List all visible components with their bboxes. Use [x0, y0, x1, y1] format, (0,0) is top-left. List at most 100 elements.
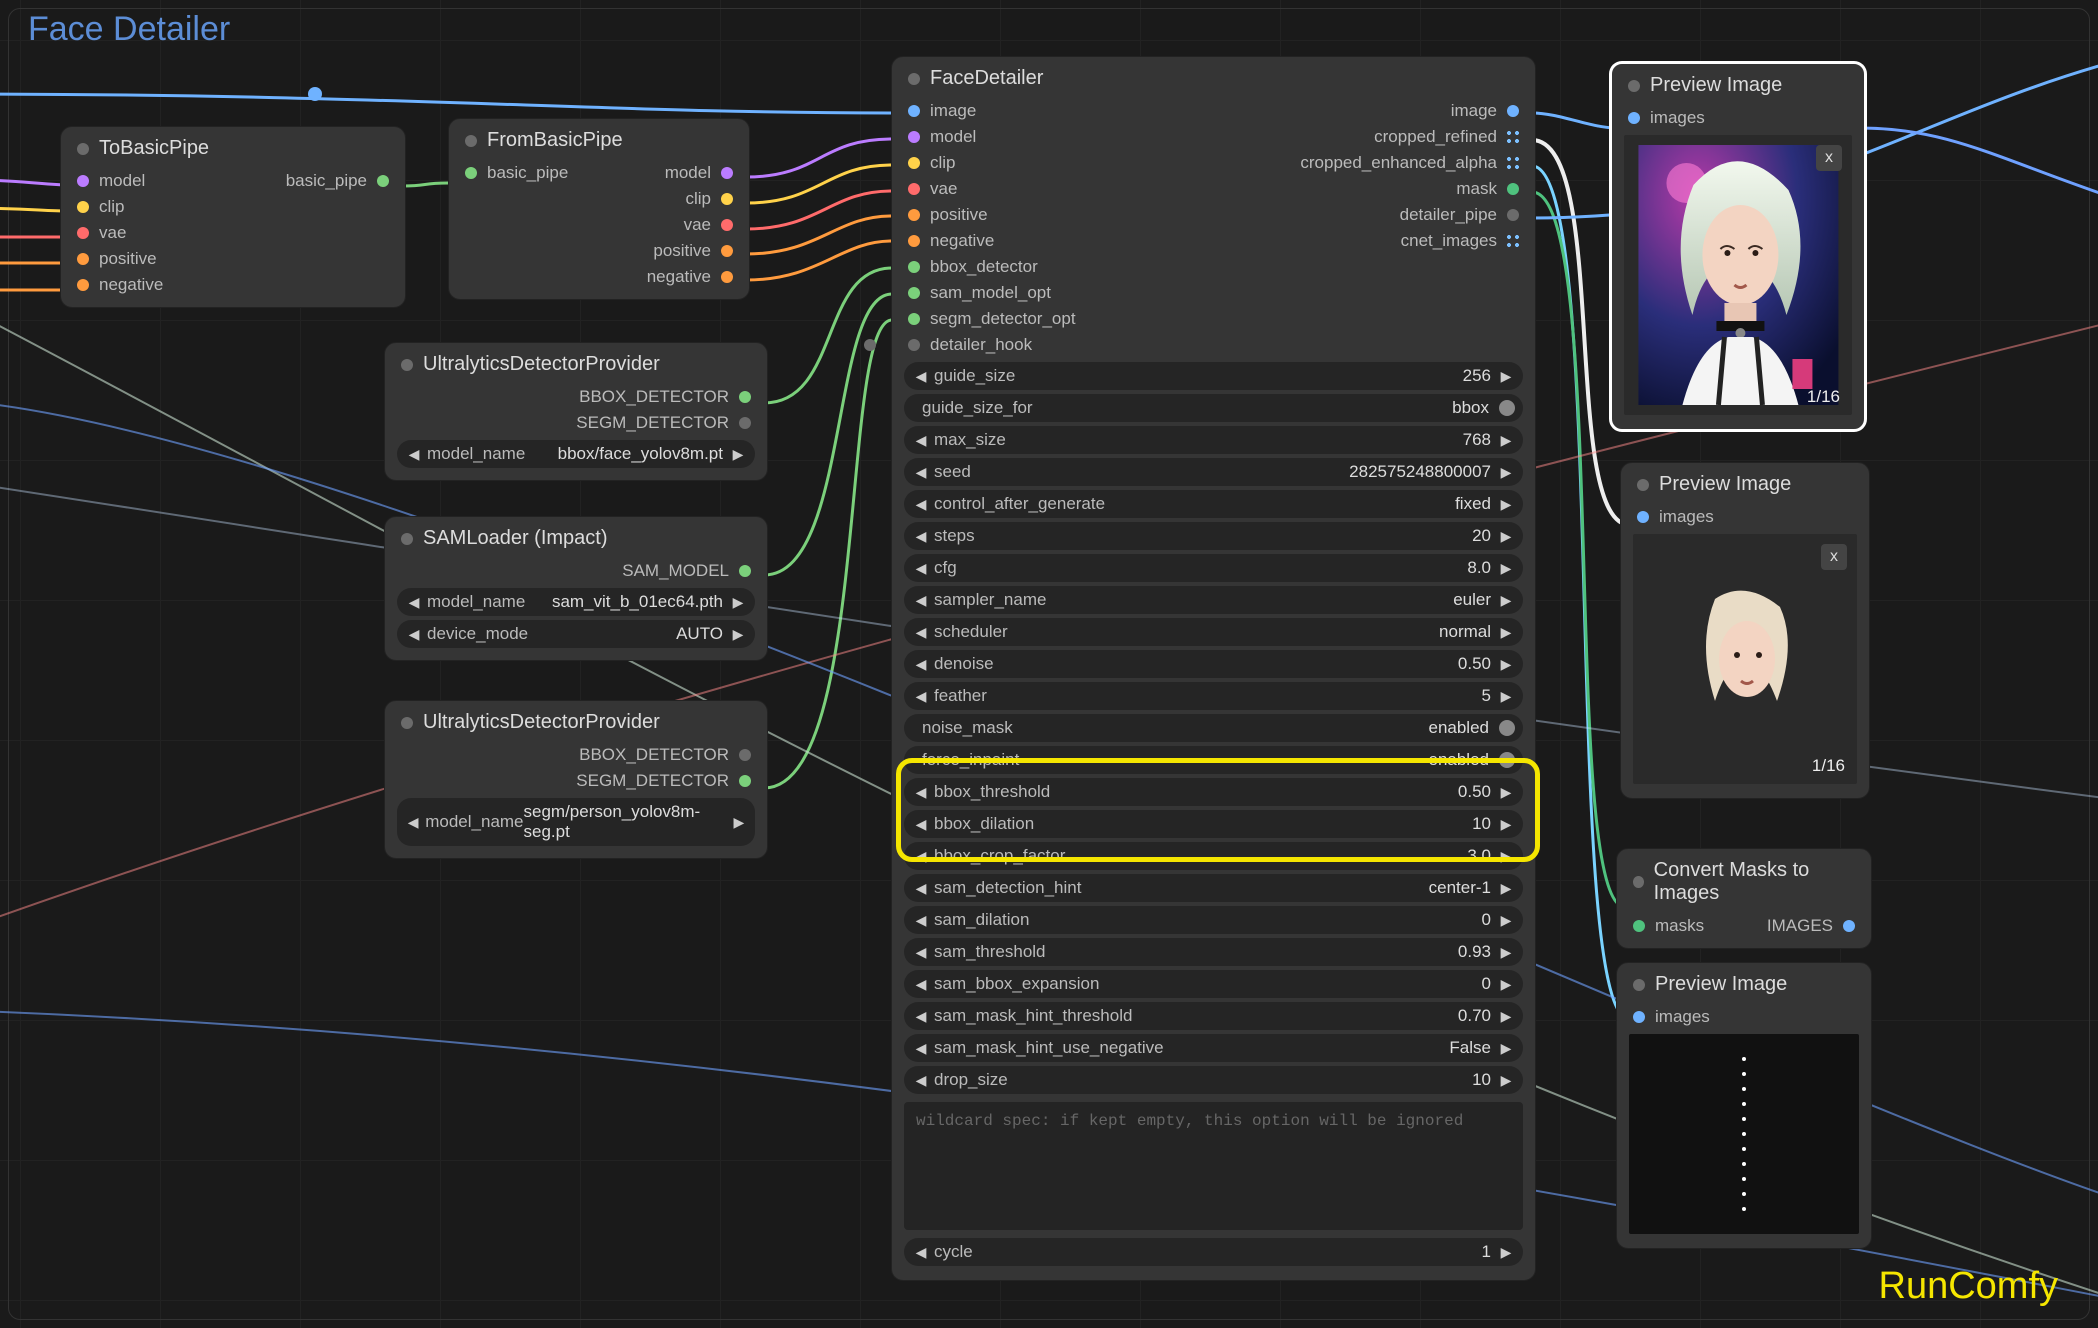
param-sam-bbox-expansion[interactable]: ◀sam_bbox_expansion0▶: [904, 970, 1523, 998]
node-ultra2[interactable]: UltralyticsDetectorProvider BBOX_DETECTO…: [384, 700, 768, 859]
collapse-dot-icon[interactable]: [401, 717, 413, 729]
preview-canvas[interactable]: [1629, 1034, 1859, 1234]
arrow-left-icon[interactable]: ◀: [912, 848, 930, 865]
arrow-left-icon[interactable]: ◀: [912, 592, 930, 609]
arrow-left-icon[interactable]: ◀: [912, 784, 930, 801]
arrow-right-icon[interactable]: ▶: [1497, 880, 1515, 897]
arrow-right-icon[interactable]: ▶: [1497, 688, 1515, 705]
arrow-left-icon[interactable]: ◀: [912, 1008, 930, 1025]
arrow-left-icon[interactable]: ◀: [912, 464, 930, 481]
collapse-dot-icon[interactable]: [1628, 80, 1640, 92]
port-bbox-detector[interactable]: [739, 391, 751, 403]
node-preview-image-1[interactable]: Preview Image images: [1610, 62, 1866, 431]
arrow-right-icon[interactable]: ▶: [1497, 976, 1515, 993]
port-cropped-enhanced-alpha[interactable]: [1507, 157, 1519, 169]
param-force-inpaint[interactable]: force_inpaintenabled: [904, 746, 1523, 774]
param-bbox-threshold[interactable]: ◀bbox_threshold0.50▶: [904, 778, 1523, 806]
port-segm-detector-opt[interactable]: [908, 313, 920, 325]
arrow-left-icon[interactable]: ◀: [405, 814, 421, 831]
port-positive[interactable]: [77, 253, 89, 265]
param-bbox-dilation[interactable]: ◀bbox_dilation10▶: [904, 810, 1523, 838]
node-title[interactable]: ToBasicPipe: [61, 127, 405, 168]
port-pos-out[interactable]: [721, 245, 733, 257]
collapse-dot-icon[interactable]: [401, 533, 413, 545]
param-denoise[interactable]: ◀denoise0.50▶: [904, 650, 1523, 678]
port-images-out[interactable]: [1843, 920, 1855, 932]
arrow-right-icon[interactable]: ▶: [1497, 656, 1515, 673]
param-guide-size[interactable]: ◀guide_size256▶: [904, 362, 1523, 390]
node-from-basic-pipe[interactable]: FromBasicPipe basic_pipe model clip vae …: [448, 118, 750, 300]
port-positive[interactable]: [908, 209, 920, 221]
port-model-out[interactable]: [721, 167, 733, 179]
param-model-name[interactable]: ◀ model_name segm/person_yolov8m-seg.pt …: [397, 798, 755, 846]
param-cycle[interactable]: ◀ cycle 1 ▶: [904, 1238, 1523, 1266]
port-clip[interactable]: [77, 201, 89, 213]
preview-canvas[interactable]: x 1/16: [1633, 534, 1857, 784]
port-segm-detector[interactable]: [739, 417, 751, 429]
arrow-right-icon[interactable]: ▶: [1497, 944, 1515, 961]
toggle-knob-icon[interactable]: [1499, 400, 1515, 416]
param-sam-mask-hint-threshold[interactable]: ◀sam_mask_hint_threshold0.70▶: [904, 1002, 1523, 1030]
preview-canvas[interactable]: x 1/16: [1624, 135, 1852, 415]
param-noise-mask[interactable]: noise_maskenabled: [904, 714, 1523, 742]
port-cnet-images[interactable]: [1507, 235, 1519, 247]
collapse-dot-icon[interactable]: [77, 143, 89, 155]
port-sam-model-opt[interactable]: [908, 287, 920, 299]
arrow-left-icon[interactable]: ◀: [912, 1040, 930, 1057]
port-neg-out[interactable]: [721, 271, 733, 283]
port-vae[interactable]: [908, 183, 920, 195]
arrow-right-icon[interactable]: ▶: [729, 446, 747, 463]
arrow-right-icon[interactable]: ▶: [1497, 912, 1515, 929]
node-title[interactable]: FromBasicPipe: [449, 119, 749, 160]
arrow-right-icon[interactable]: ▶: [1497, 368, 1515, 385]
node-to-basic-pipe[interactable]: ToBasicPipe model basic_pipe clip vae po…: [60, 126, 406, 308]
collapse-dot-icon[interactable]: [401, 359, 413, 371]
arrow-left-icon[interactable]: ◀: [912, 528, 930, 545]
param-sam-mask-hint-use-negative[interactable]: ◀sam_mask_hint_use_negativeFalse▶: [904, 1034, 1523, 1062]
param-scheduler[interactable]: ◀schedulernormal▶: [904, 618, 1523, 646]
node-face-detailer[interactable]: FaceDetailer image image model cropped_r…: [891, 56, 1536, 1281]
arrow-right-icon[interactable]: ▶: [1497, 784, 1515, 801]
arrow-right-icon[interactable]: ▶: [1497, 848, 1515, 865]
port-clip[interactable]: [908, 157, 920, 169]
arrow-left-icon[interactable]: ◀: [912, 656, 930, 673]
port-masks[interactable]: [1633, 920, 1645, 932]
arrow-left-icon[interactable]: ◀: [912, 1244, 930, 1261]
arrow-left-icon[interactable]: ◀: [912, 944, 930, 961]
arrow-right-icon[interactable]: ▶: [1497, 592, 1515, 609]
arrow-left-icon[interactable]: ◀: [405, 446, 423, 463]
arrow-left-icon[interactable]: ◀: [912, 688, 930, 705]
arrow-right-icon[interactable]: ▶: [1497, 528, 1515, 545]
toggle-knob-icon[interactable]: [1499, 720, 1515, 736]
arrow-right-icon[interactable]: ▶: [1497, 1244, 1515, 1261]
port-sam-model[interactable]: [739, 565, 751, 577]
param-model-name[interactable]: ◀ model_name bbox/face_yolov8m.pt ▶: [397, 440, 755, 468]
port-model[interactable]: [77, 175, 89, 187]
arrow-left-icon[interactable]: ◀: [912, 368, 930, 385]
param-sampler-name[interactable]: ◀sampler_nameeuler▶: [904, 586, 1523, 614]
arrow-right-icon[interactable]: ▶: [1497, 464, 1515, 481]
port-images[interactable]: [1633, 1011, 1645, 1023]
param-sam-dilation[interactable]: ◀sam_dilation0▶: [904, 906, 1523, 934]
arrow-left-icon[interactable]: ◀: [912, 432, 930, 449]
port-negative[interactable]: [908, 235, 920, 247]
arrow-left-icon[interactable]: ◀: [912, 976, 930, 993]
collapse-dot-icon[interactable]: [908, 73, 920, 85]
arrow-right-icon[interactable]: ▶: [731, 814, 747, 831]
toggle-knob-icon[interactable]: [1499, 752, 1515, 768]
param-drop-size[interactable]: ◀drop_size10▶: [904, 1066, 1523, 1094]
param-control-after-generate[interactable]: ◀control_after_generatefixed▶: [904, 490, 1523, 518]
port-negative[interactable]: [77, 279, 89, 291]
wildcard-textbox[interactable]: wildcard spec: if kept empty, this optio…: [904, 1102, 1523, 1230]
arrow-right-icon[interactable]: ▶: [1497, 496, 1515, 513]
port-model[interactable]: [908, 131, 920, 143]
port-mask[interactable]: [1507, 183, 1519, 195]
collapse-dot-icon[interactable]: [1633, 876, 1644, 888]
param-feather[interactable]: ◀feather5▶: [904, 682, 1523, 710]
port-images[interactable]: [1637, 511, 1649, 523]
port-detailer-pipe[interactable]: [1507, 209, 1519, 221]
param-bbox-crop-factor[interactable]: ◀bbox_crop_factor3.0▶: [904, 842, 1523, 870]
param-seed[interactable]: ◀seed282575248800007▶: [904, 458, 1523, 486]
param-cfg[interactable]: ◀cfg8.0▶: [904, 554, 1523, 582]
arrow-left-icon[interactable]: ◀: [912, 560, 930, 577]
